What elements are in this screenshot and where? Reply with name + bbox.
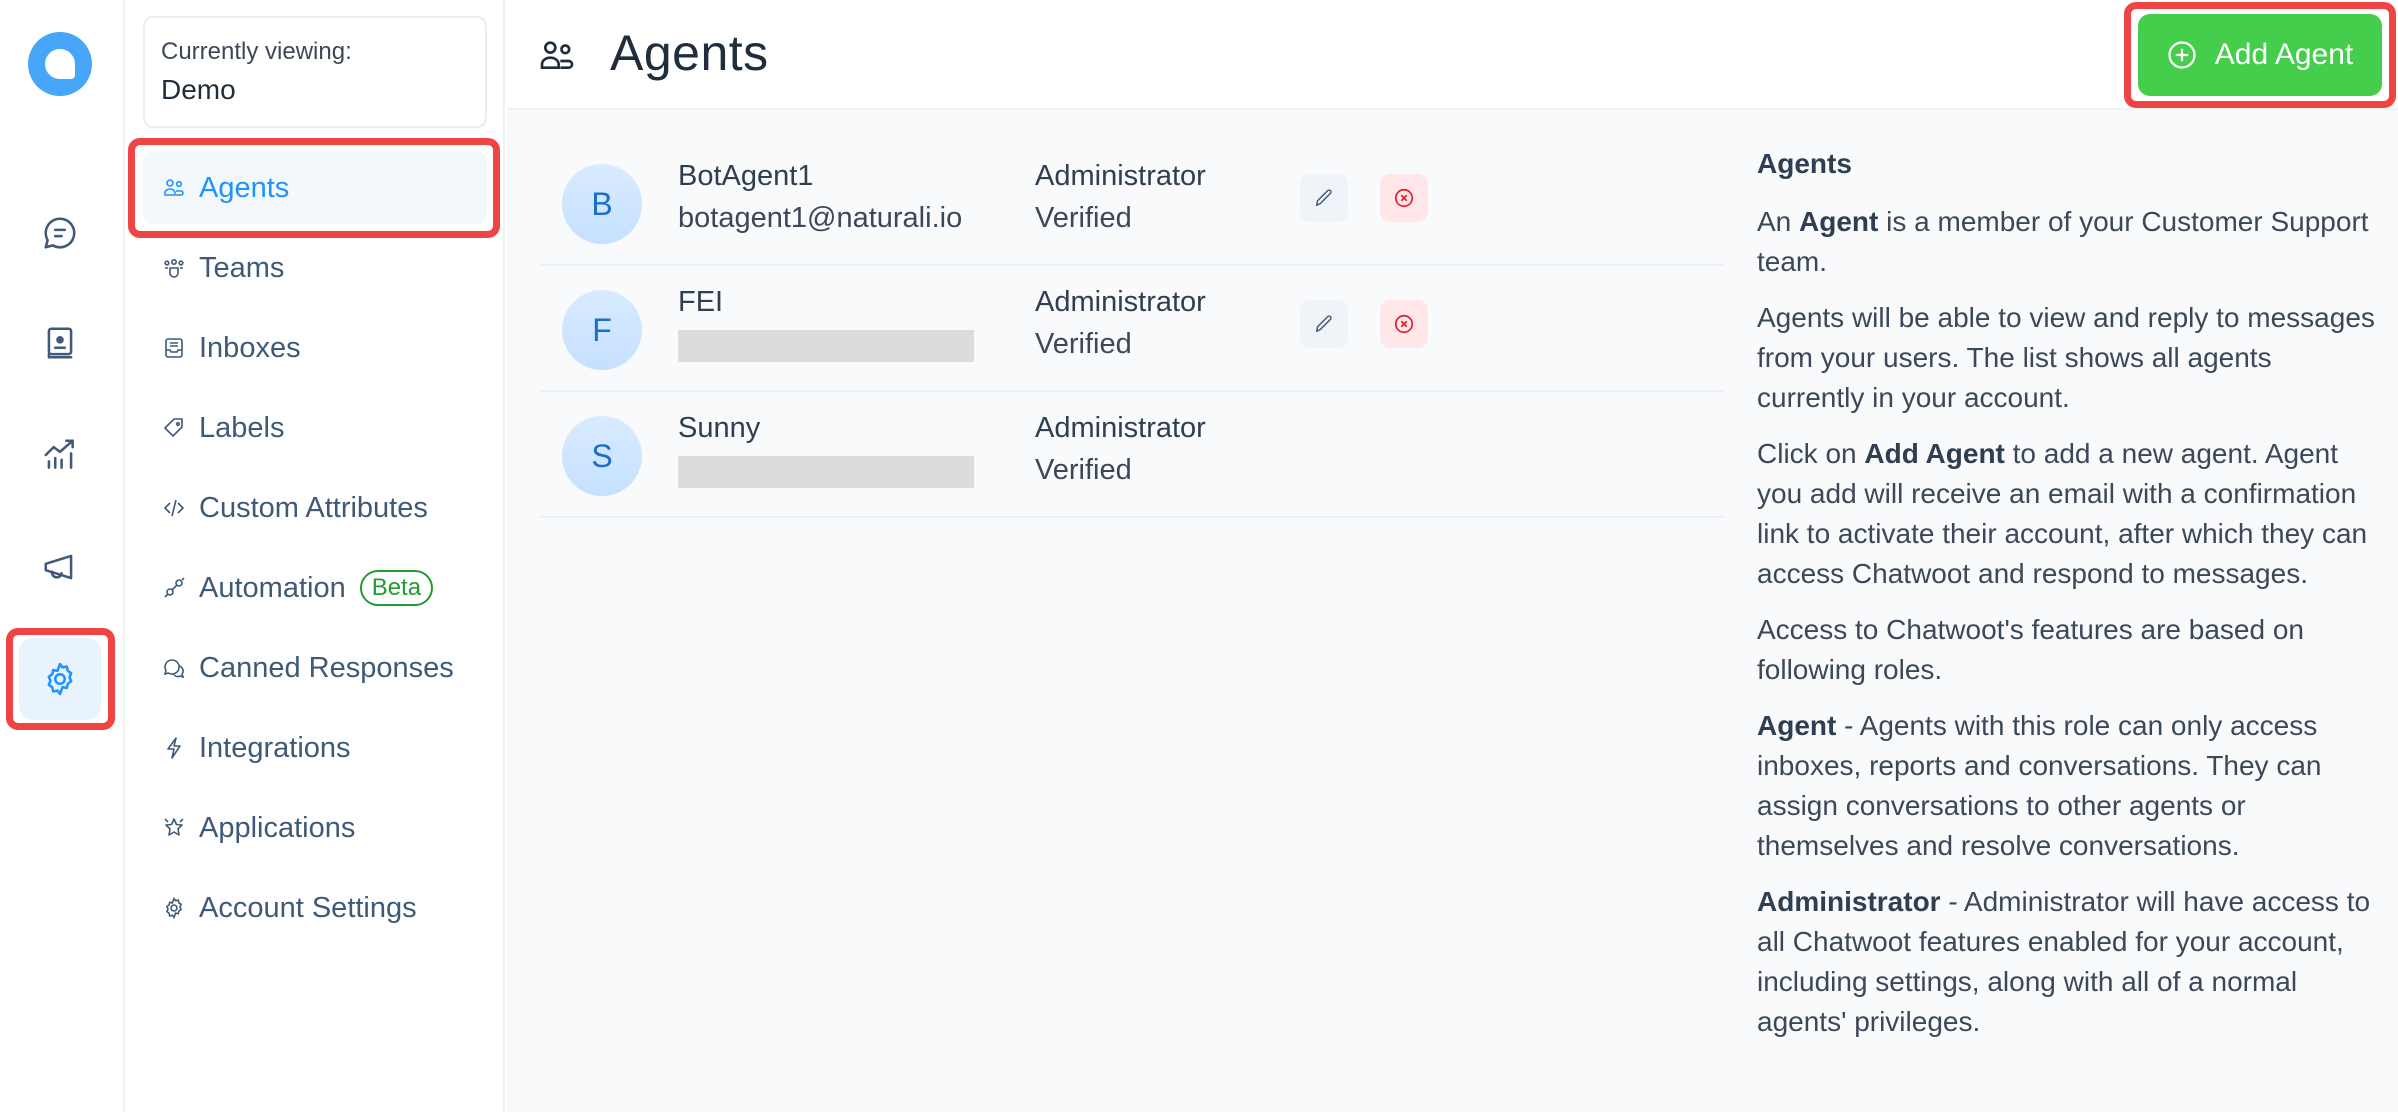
agents-icon: [161, 175, 187, 201]
help-text: Click on: [1757, 438, 1865, 469]
rail-item-settings[interactable]: [19, 638, 101, 720]
redacted-email: [678, 456, 974, 488]
help-paragraph: Click on Add Agent to add a new agent. A…: [1757, 434, 2377, 594]
delete-agent-button[interactable]: [1380, 300, 1428, 348]
sidebar-item-canned-responses[interactable]: Canned Responses: [143, 632, 487, 704]
help-bold: Administrator: [1757, 886, 1941, 917]
sidebar-item-agents[interactable]: Agents: [143, 152, 487, 224]
agent-role: Administrator: [1035, 412, 1206, 444]
agent-row: S Sunny Administrator Verified: [540, 392, 1725, 518]
sidebar-item-labels[interactable]: Labels: [143, 392, 487, 464]
avatar: B: [562, 164, 642, 244]
close-circle-icon: [1394, 188, 1414, 208]
chart-trend-icon: [44, 439, 74, 469]
tag-icon: [161, 415, 187, 441]
help-panel: Agents An Agent is a member of your Cust…: [1757, 144, 2377, 1058]
help-paragraph: Administrator - Administrator will have …: [1757, 882, 2377, 1042]
account-switcher[interactable]: Currently viewing: Demo: [143, 16, 487, 128]
sidebar-item-integrations[interactable]: Integrations: [143, 712, 487, 784]
help-title: Agents: [1757, 148, 1852, 179]
agent-status: Verified: [1035, 454, 1132, 486]
sidebar-item-custom-attributes[interactable]: Custom Attributes: [143, 472, 487, 544]
help-paragraph: Access to Chatwoot's features are based …: [1757, 614, 2304, 685]
megaphone-icon: [44, 554, 73, 580]
sidebar-item-label: Custom Attributes: [199, 491, 428, 524]
agent-email: botagent1@naturali.io: [678, 202, 963, 234]
sidebar-item-account-settings[interactable]: Account Settings: [143, 872, 487, 944]
sidebar-item-automation[interactable]: Automation Beta: [143, 552, 487, 624]
agent-row: B BotAgent1 botagent1@naturali.io Admini…: [540, 140, 1725, 266]
sidebar-item-label: Inboxes: [199, 331, 301, 364]
account-label: Currently viewing:: [161, 38, 352, 65]
sidebar-item-label: Applications: [199, 811, 356, 844]
plus-circle-icon: [2168, 41, 2196, 69]
pencil-icon: [1315, 189, 1332, 207]
help-paragraph: Agents will be able to view and reply to…: [1757, 302, 2375, 413]
rail-item-contacts[interactable]: [19, 302, 101, 384]
edit-agent-button[interactable]: [1300, 300, 1348, 348]
settings-sidebar: Currently viewing: Demo Agents Teams Inb…: [127, 0, 505, 1112]
gear-icon: [161, 895, 187, 921]
agents-icon: [540, 41, 574, 69]
sidebar-item-inboxes[interactable]: Inboxes: [143, 312, 487, 384]
sidebar-item-label: Account Settings: [199, 891, 417, 924]
sidebar-item-label: Automation: [199, 571, 346, 604]
sidebar-item-label: Teams: [199, 251, 285, 284]
agent-role: Administrator: [1035, 160, 1206, 192]
agent-name: BotAgent1: [678, 160, 814, 192]
agent-name: FEI: [678, 286, 724, 318]
rail-item-campaigns[interactable]: [19, 526, 101, 608]
pencil-icon: [1315, 315, 1332, 333]
main-content: B BotAgent1 botagent1@naturali.io Admini…: [507, 110, 2398, 1112]
agent-status: Verified: [1035, 328, 1132, 360]
edit-agent-button[interactable]: [1300, 174, 1348, 222]
star-burst-icon: [161, 815, 187, 841]
agent-row: F FEI Administrator Verified: [540, 266, 1725, 392]
gear-icon: [47, 662, 73, 696]
page-header: Agents Add Agent: [507, 0, 2398, 110]
avatar: F: [562, 290, 642, 370]
avatar: S: [562, 416, 642, 496]
agents-list: B BotAgent1 botagent1@naturali.io Admini…: [540, 140, 1725, 518]
beta-badge: Beta: [359, 570, 434, 606]
sidebar-item-label: Canned Responses: [199, 651, 454, 684]
close-circle-icon: [1394, 314, 1414, 334]
add-agent-label: Add Agent: [2214, 38, 2354, 71]
inbox-icon: [161, 335, 187, 361]
rail-item-conversations[interactable]: [19, 192, 101, 274]
help-bold: Add Agent: [1864, 438, 2005, 469]
sidebar-item-teams[interactable]: Teams: [143, 232, 487, 304]
code-icon: [161, 495, 187, 521]
page-title: Agents: [610, 25, 769, 81]
automation-icon: [161, 575, 187, 601]
help-bold: Agent: [1799, 206, 1879, 237]
delete-agent-button[interactable]: [1380, 174, 1428, 222]
chatwoot-logo[interactable]: [28, 32, 92, 96]
help-text: - Agents with this role can only access …: [1757, 710, 2322, 861]
contact-book-icon: [47, 327, 73, 359]
chat-multiple-icon: [161, 655, 187, 681]
sidebar-item-label: Labels: [199, 411, 285, 444]
agent-name: Sunny: [678, 412, 761, 444]
account-name: Demo: [161, 74, 236, 105]
teams-icon: [161, 255, 187, 281]
chat-bubble-icon: [44, 217, 76, 249]
rail-item-reports[interactable]: [19, 414, 101, 496]
primary-nav-rail: [0, 0, 125, 1112]
sidebar-item-label: Integrations: [199, 731, 351, 764]
help-paragraph: Agent - Agents with this role can only a…: [1757, 706, 2377, 866]
help-bold: Agent: [1757, 710, 1837, 741]
sidebar-item-label: Agents: [199, 171, 290, 204]
help-text: An: [1757, 206, 1800, 237]
help-paragraph: An Agent is a member of your Customer Su…: [1757, 202, 2377, 282]
agent-status: Verified: [1035, 202, 1132, 234]
add-agent-button[interactable]: Add Agent: [2138, 14, 2382, 96]
redacted-email: [678, 330, 974, 362]
sidebar-item-applications[interactable]: Applications: [143, 792, 487, 864]
agent-role: Administrator: [1035, 286, 1206, 318]
lightning-icon: [161, 735, 187, 761]
